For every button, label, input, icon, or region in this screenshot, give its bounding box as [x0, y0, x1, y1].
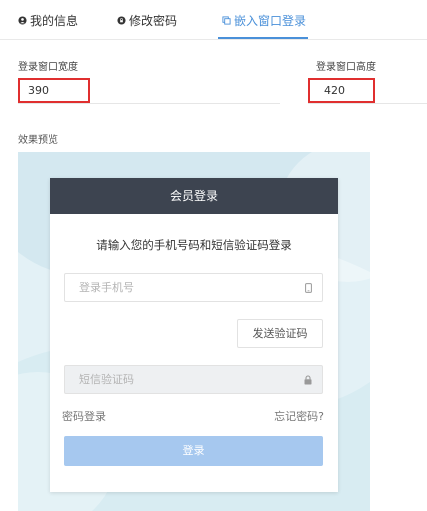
- preview-label: 效果预览: [18, 135, 58, 146]
- copy-icon: [222, 16, 231, 25]
- login-button[interactable]: 登录: [64, 436, 323, 466]
- tab-change-password-label: 修改密码: [129, 14, 178, 28]
- tab-change-password[interactable]: 修改密码: [117, 12, 177, 29]
- height-field-underline: [308, 103, 427, 104]
- width-field-label: 登录窗口宽度: [18, 62, 78, 73]
- login-card-title: 会员登录: [50, 178, 338, 214]
- phone-input-placeholder: 登录手机号: [79, 281, 134, 294]
- height-field-label: 登录窗口高度: [316, 62, 376, 73]
- sms-code-input-placeholder: 短信验证码: [79, 373, 134, 386]
- tab-my-info-label: 我的信息: [30, 14, 79, 28]
- user-circle-icon: [18, 16, 27, 25]
- login-card: 会员登录 请输入您的手机号码和短信验证码登录 登录手机号 发送验证码 短信验证码…: [50, 178, 338, 492]
- width-input[interactable]: 390: [18, 78, 90, 103]
- password-login-link[interactable]: 密码登录: [62, 408, 106, 424]
- height-input[interactable]: 420: [308, 78, 375, 103]
- mobile-phone-icon: [305, 283, 312, 293]
- sms-code-input[interactable]: 短信验证码: [64, 365, 323, 394]
- lock-circle-icon: [117, 16, 126, 25]
- width-field-underline: [18, 103, 280, 104]
- send-code-button[interactable]: 发送验证码: [237, 319, 323, 348]
- tab-my-info[interactable]: 我的信息: [18, 12, 78, 29]
- login-preview: 会员登录 请输入您的手机号码和短信验证码登录 登录手机号 发送验证码 短信验证码…: [18, 152, 370, 511]
- login-card-subtitle: 请输入您的手机号码和短信验证码登录: [96, 238, 292, 252]
- tab-divider: [0, 39, 427, 40]
- tab-embed-login[interactable]: 嵌入窗口登录: [222, 12, 306, 29]
- phone-input[interactable]: 登录手机号: [64, 273, 323, 302]
- tab-embed-login-label: 嵌入窗口登录: [234, 14, 307, 28]
- forgot-password-link[interactable]: 忘记密码?: [274, 408, 324, 424]
- lock-icon: [304, 375, 312, 385]
- tab-bar: 我的信息 修改密码 嵌入窗口登录: [0, 0, 427, 42]
